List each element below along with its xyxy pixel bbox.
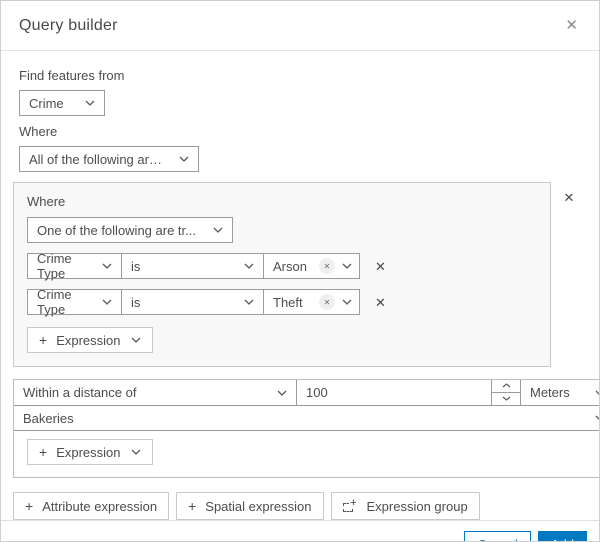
where-label: Where	[19, 124, 58, 139]
spatial-relation-select[interactable]: Within a distance of	[14, 380, 297, 405]
chevron-down-icon	[342, 299, 352, 305]
chevron-down-icon	[244, 299, 254, 305]
chevron-down-icon	[277, 390, 287, 396]
dialog-header: Query builder ✕	[1, 1, 599, 51]
add-button[interactable]: Add	[537, 531, 587, 541]
field-select[interactable]: Crime Type	[27, 287, 122, 317]
field-select[interactable]: Crime Type	[27, 251, 122, 281]
plus-icon: +	[39, 444, 48, 460]
add-expression-label: Expression	[56, 332, 121, 348]
value-combobox-value: Arson	[273, 258, 307, 274]
spatial-layer-select[interactable]: Bakeries	[14, 406, 599, 431]
find-features-label: Find features from	[19, 68, 125, 83]
condition-row: Crime Type is Arson ✕ ✕	[27, 251, 537, 281]
chevron-down-icon	[102, 263, 112, 269]
spatial-footer: + Expression	[14, 431, 599, 477]
attribute-expression-button[interactable]: + Attribute expression	[13, 492, 170, 520]
expression-group-row: Where One of the following are tr... Cri…	[13, 182, 587, 367]
expression-group-icon: +	[342, 497, 357, 512]
chevron-down-icon	[595, 390, 599, 395]
distance-input-wrap	[297, 380, 521, 405]
stepper-up-button[interactable]	[492, 380, 520, 393]
dialog-footer: Cancel Add	[1, 520, 599, 541]
spatial-expression-label: Spatial expression	[205, 498, 312, 514]
chevron-down-icon	[595, 415, 599, 420]
chevron-down-icon	[131, 449, 140, 455]
combine-operator-value: All of the following are true	[29, 151, 169, 167]
chevron-down-icon	[102, 299, 112, 305]
operator-select-value: is	[131, 258, 141, 274]
remove-group-icon[interactable]: ✕	[562, 189, 577, 206]
chevron-down-icon	[244, 263, 254, 269]
spatial-relation-value: Within a distance of	[23, 385, 137, 400]
spatial-expression-button[interactable]: + Spatial expression	[176, 492, 324, 520]
stepper-down-button[interactable]	[492, 392, 520, 405]
add-expression-label: Expression	[56, 444, 121, 460]
chevron-down-icon	[213, 227, 223, 233]
attribute-expression-label: Attribute expression	[42, 498, 158, 514]
chevron-down-icon	[502, 396, 510, 402]
add-expression-button[interactable]: + Expression	[27, 327, 153, 353]
chevron-down-icon	[131, 337, 140, 343]
spatial-layer-value: Bakeries	[23, 410, 74, 426]
value-combobox[interactable]: Theft ✕	[263, 289, 360, 315]
group-combine-select[interactable]: One of the following are tr...	[27, 217, 233, 243]
expression-group-box: Where One of the following are tr... Cri…	[13, 182, 551, 367]
remove-condition-icon[interactable]: ✕	[373, 294, 388, 311]
condition-row: Crime Type is Theft ✕ ✕	[27, 287, 537, 317]
unit-select-value: Meters	[530, 385, 570, 400]
value-combobox[interactable]: Arson ✕	[263, 253, 360, 279]
distance-input[interactable]	[297, 380, 491, 405]
cancel-button[interactable]: Cancel	[464, 531, 531, 541]
chevron-down-icon	[342, 263, 352, 269]
group-combine-value: One of the following are tr...	[37, 222, 196, 238]
dialog-body: Find features from Crime Where All of th…	[1, 51, 599, 520]
add-expression-button[interactable]: + Expression	[27, 439, 153, 465]
query-builder-dialog: Query builder ✕ Find features from Crime…	[0, 0, 600, 542]
operator-select-value: is	[131, 294, 141, 310]
group-where-label: Where	[27, 194, 66, 209]
plus-icon: +	[25, 498, 34, 514]
unit-select[interactable]: Meters	[521, 380, 599, 405]
operator-select[interactable]: is	[121, 253, 264, 279]
expression-group-button[interactable]: + Expression group	[330, 492, 480, 520]
close-icon[interactable]: ✕	[562, 16, 581, 35]
spatial-expression-box: Within a distance of 100 Meters Bakeries…	[13, 379, 599, 478]
plus-icon: +	[188, 498, 197, 514]
chevron-down-icon	[85, 100, 95, 106]
add-clause-actions: + Attribute expression + Spatial express…	[13, 492, 587, 520]
operator-select[interactable]: is	[121, 289, 264, 315]
remove-condition-icon[interactable]: ✕	[373, 258, 388, 275]
layer-select-value: Crime	[29, 95, 64, 111]
field-select-value: Crime Type	[37, 251, 72, 281]
chevron-down-icon	[179, 156, 189, 162]
value-combobox-value: Theft	[273, 294, 303, 310]
spatial-expression-row: Within a distance of 100 Meters Bakeries…	[13, 379, 599, 478]
clear-value-icon[interactable]: ✕	[319, 258, 335, 274]
clear-value-icon[interactable]: ✕	[319, 294, 335, 310]
chevron-up-icon	[502, 383, 510, 388]
dialog-title: Query builder	[19, 16, 118, 34]
distance-stepper	[491, 380, 520, 405]
layer-select[interactable]: Crime	[19, 90, 105, 116]
expression-group-label: Expression group	[366, 498, 468, 514]
remove-column: ✕	[551, 182, 587, 206]
field-select-value: Crime Type	[37, 287, 72, 317]
spatial-relation-row: Within a distance of 100 Meters	[14, 380, 599, 406]
plus-icon: +	[39, 332, 48, 348]
combine-operator-select[interactable]: All of the following are true	[19, 146, 199, 172]
